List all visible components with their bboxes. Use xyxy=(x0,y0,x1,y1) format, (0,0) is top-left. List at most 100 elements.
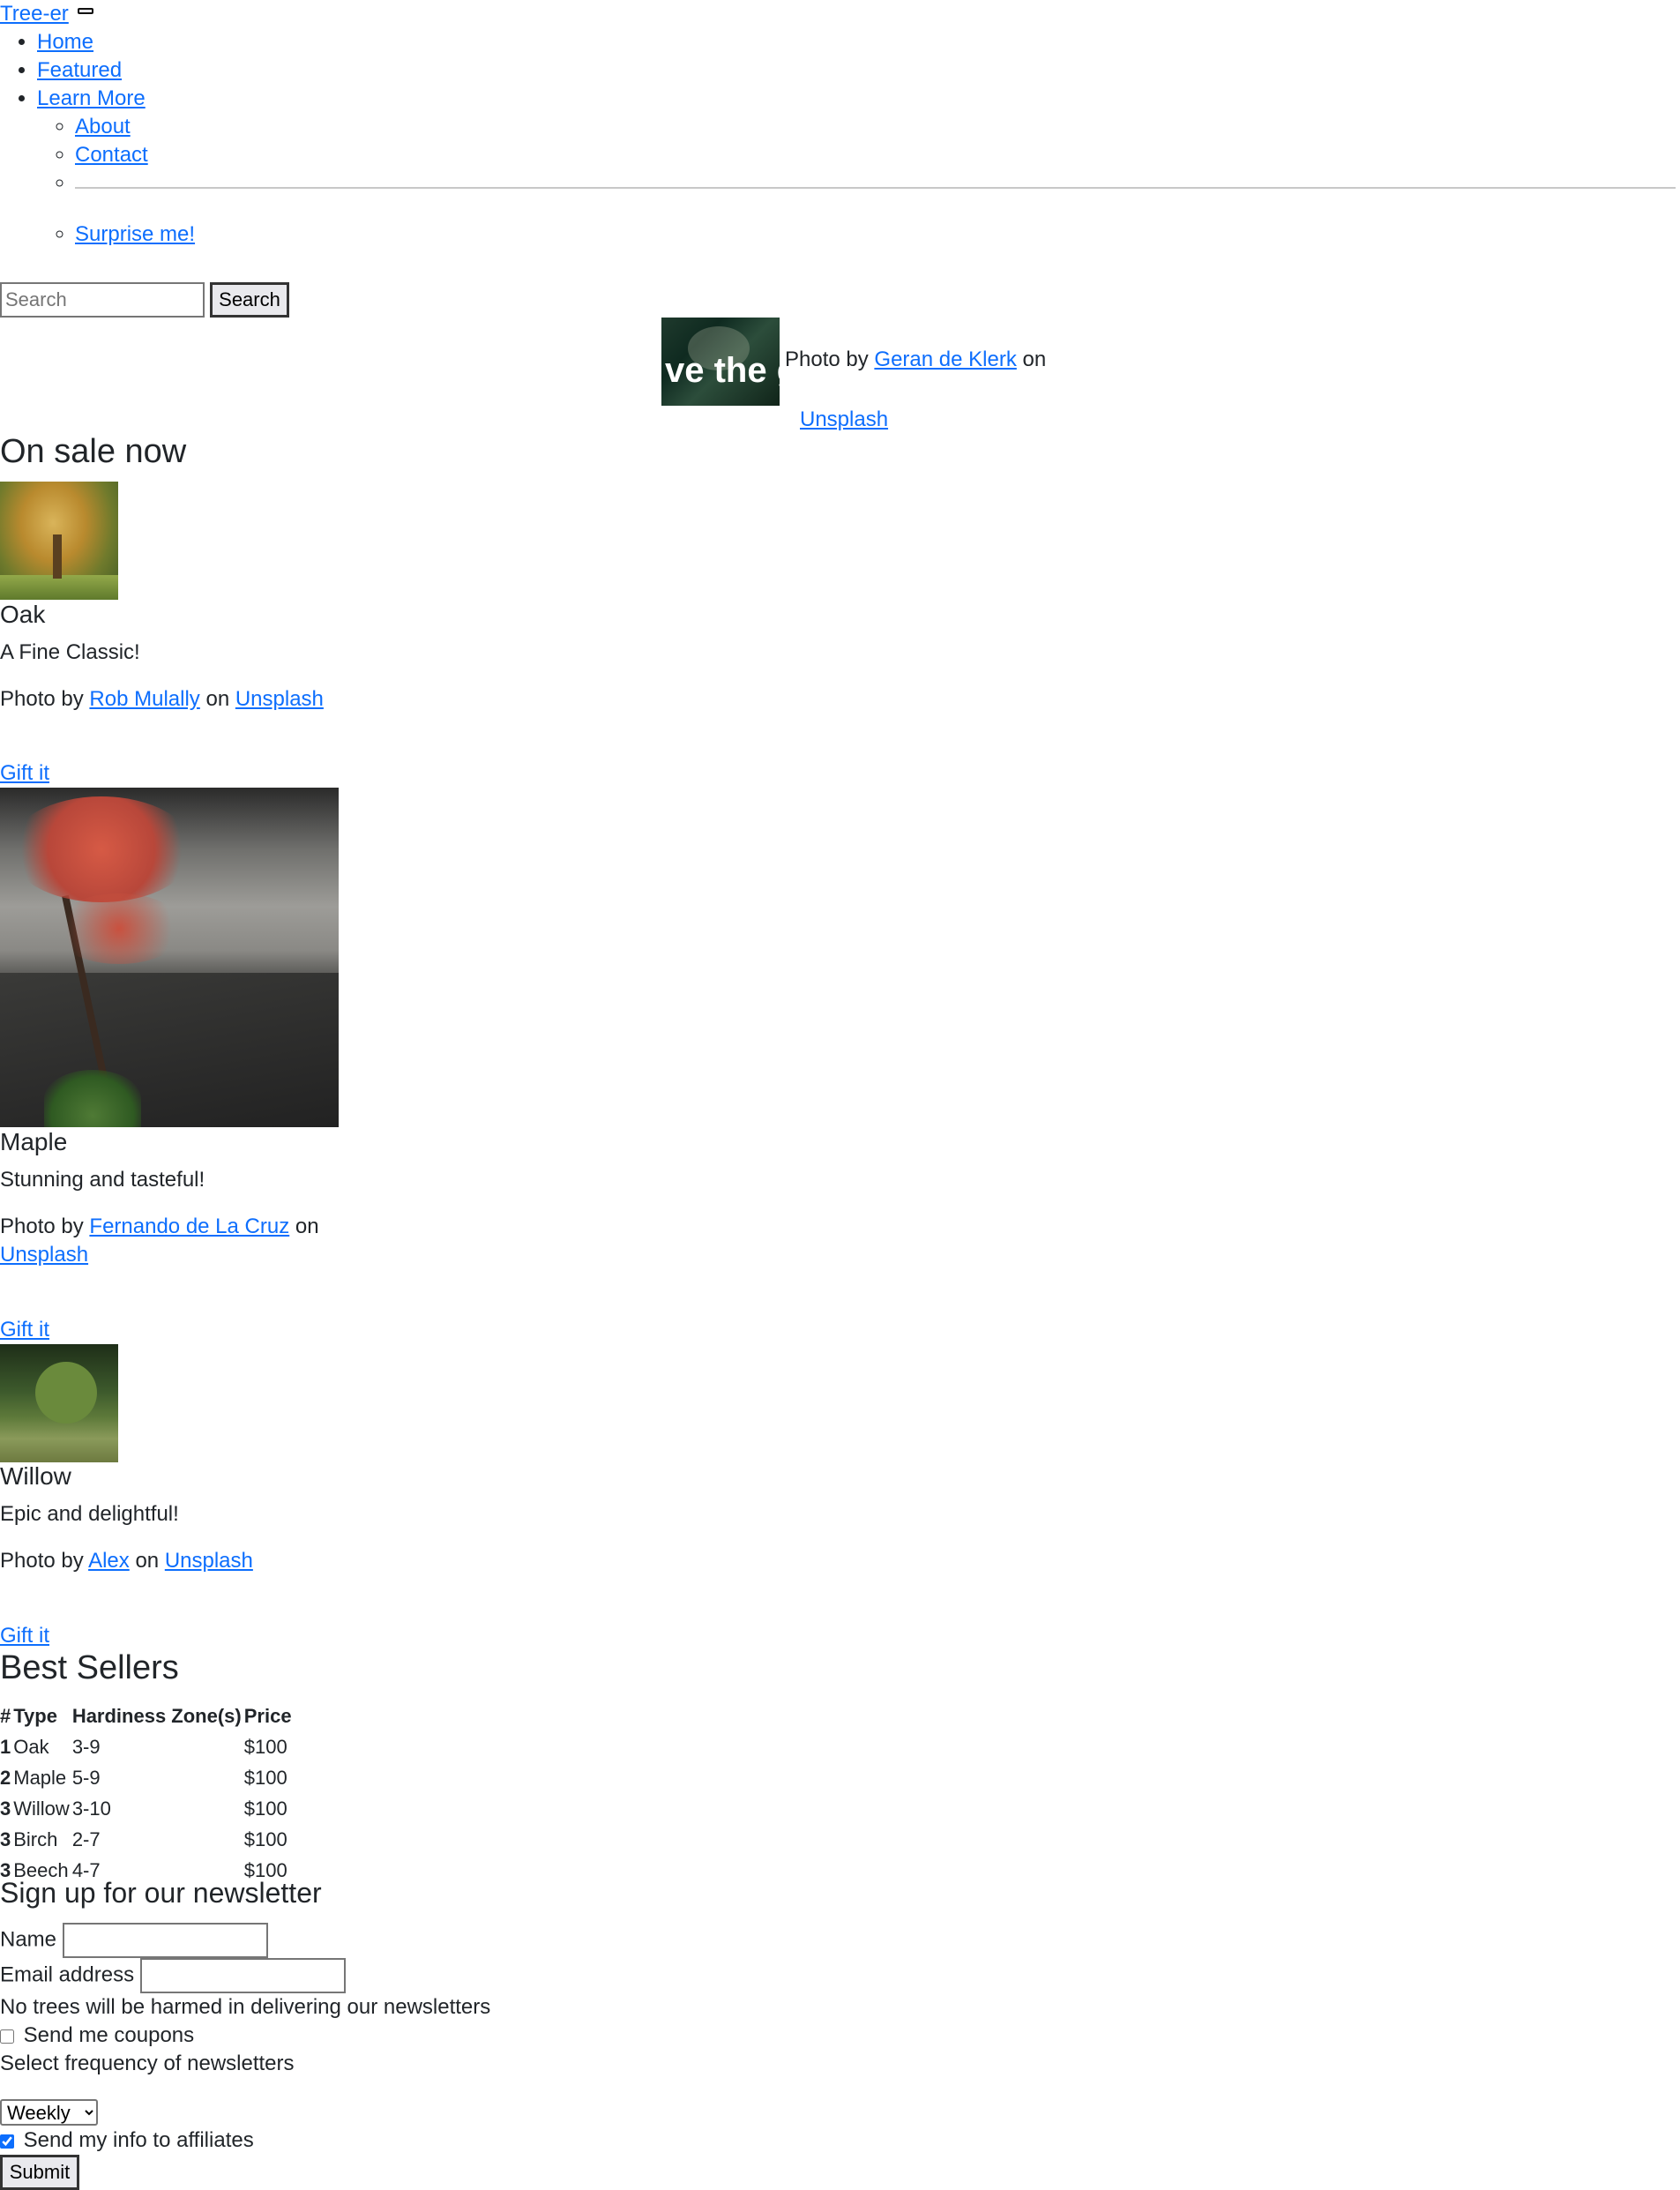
oak-image xyxy=(0,482,118,600)
price-cell: $100 xyxy=(243,1767,287,1789)
dropdown-link-surprise[interactable]: Surprise me! xyxy=(75,222,195,246)
rank-cell: 2 xyxy=(0,1767,11,1789)
card-text-maple: Stunning and tasteful! xyxy=(0,1168,205,1192)
hero-image-text: ve the g xyxy=(665,351,780,390)
zone-cell: 5-9 xyxy=(71,1767,101,1789)
gift-row-oak: Gift it xyxy=(0,759,49,788)
credit-on: on xyxy=(295,1215,319,1238)
type-cell: Oak xyxy=(13,1736,49,1758)
card-credit-willow: Photo by Alex on Unsplash xyxy=(0,1547,253,1575)
best-sellers-table: # Type Hardiness Zone(s) Price 1 Oak 3-9… xyxy=(0,1700,295,1886)
column-header: Type xyxy=(13,1705,57,1727)
dropdown-item-surprise: Surprise me! xyxy=(75,220,1676,249)
oak-image-field xyxy=(0,575,118,600)
nav-link-home[interactable]: Home xyxy=(37,30,93,54)
type-cell: Maple xyxy=(13,1767,67,1789)
source-link-maple[interactable]: Unsplash xyxy=(0,1243,88,1267)
table-row: 1 Oak 3-9 $100 xyxy=(0,1731,295,1762)
photographer-link-willow[interactable]: Alex xyxy=(88,1549,130,1573)
email-label: Email address xyxy=(0,1962,135,1987)
card-credit-maple: Photo by Fernando de La Cruz on xyxy=(0,1213,319,1241)
submit-button[interactable]: Submit xyxy=(0,2155,79,2190)
zone-cell: 2-7 xyxy=(71,1828,101,1850)
maple-image-leaves-lower xyxy=(53,893,185,964)
card-text-willow: Epic and delightful! xyxy=(0,1502,179,1526)
credit-prefix: Photo by xyxy=(0,1215,84,1238)
source-link-willow[interactable]: Unsplash xyxy=(165,1549,253,1573)
coupons-checkbox[interactable] xyxy=(0,2029,14,2044)
nav-list: Home Featured Learn More About Contact S… xyxy=(0,28,1676,246)
frequency-select[interactable]: Weekly xyxy=(0,2099,98,2126)
on-sale-heading: On sale now xyxy=(0,433,187,470)
dropdown-divider-item xyxy=(75,169,1676,220)
column-header: Price xyxy=(243,1705,292,1727)
table-row: 2 Maple 5-9 $100 xyxy=(0,1762,295,1793)
name-label: Name xyxy=(0,1927,57,1952)
credit-prefix: Photo by xyxy=(0,687,84,711)
source-link-oak[interactable]: Unsplash xyxy=(235,687,324,711)
nav-link-learn-more[interactable]: Learn More xyxy=(37,86,146,110)
hero-caption: Photo by Geran de Klerk on xyxy=(785,346,1046,374)
willow-image xyxy=(0,1344,118,1462)
affiliates-label[interactable]: Send my info to affiliates xyxy=(24,2128,254,2152)
table-row: 3 Willow 3-10 $100 xyxy=(0,1793,295,1824)
hero-caption-prefix: Photo by xyxy=(785,348,869,371)
credit-on: on xyxy=(135,1549,160,1573)
price-cell: $100 xyxy=(243,1798,287,1820)
nav-link-featured[interactable]: Featured xyxy=(37,58,122,82)
type-cell: Willow xyxy=(13,1798,70,1820)
card-credit-oak: Photo by Rob Mulally on Unsplash xyxy=(0,685,324,714)
brand-link[interactable]: Tree-er xyxy=(0,2,69,26)
search-button[interactable]: Search xyxy=(210,282,289,318)
affiliates-row: Send my info to affiliates xyxy=(0,2126,254,2155)
best-sellers-heading: Best Sellers xyxy=(0,1649,179,1686)
gift-link-willow[interactable]: Gift it xyxy=(0,1624,49,1648)
card-title-willow: Willow xyxy=(0,1462,71,1490)
learn-more-dropdown: About Contact Surprise me! xyxy=(37,113,1676,249)
card-title-oak: Oak xyxy=(0,601,46,628)
willow-image-tree xyxy=(35,1362,97,1424)
column-header: Hardiness Zone(s) xyxy=(71,1705,242,1727)
brand-row: Tree-er xyxy=(0,0,94,28)
gift-row-maple: Gift it xyxy=(0,1316,49,1344)
search-input[interactable] xyxy=(0,282,205,318)
navbar-toggler-button[interactable] xyxy=(78,8,94,15)
table-row: 3 Birch 2-7 $100 xyxy=(0,1824,295,1855)
gift-link-oak[interactable]: Gift it xyxy=(0,761,49,785)
hero-caption-on: on xyxy=(1022,348,1047,371)
coupons-label[interactable]: Send me coupons xyxy=(24,2023,194,2047)
newsletter-help-text: No trees will be harmed in delivering ou… xyxy=(0,1995,491,2019)
photographer-link-oak[interactable]: Rob Mulally xyxy=(89,687,199,711)
card-title-maple: Maple xyxy=(0,1128,68,1155)
price-cell: $100 xyxy=(243,1736,287,1758)
name-row: Name xyxy=(0,1923,268,1958)
affiliates-checkbox[interactable] xyxy=(0,2134,14,2149)
email-field[interactable] xyxy=(139,1958,346,1993)
table-header-row: # Type Hardiness Zone(s) Price xyxy=(0,1700,295,1731)
dropdown-link-about[interactable]: About xyxy=(75,115,131,138)
hero-photographer-link[interactable]: Geran de Klerk xyxy=(874,348,1016,371)
zone-cell: 3-9 xyxy=(71,1736,101,1758)
credit-on: on xyxy=(205,687,230,711)
maple-image-fern xyxy=(44,1070,141,1127)
name-field[interactable] xyxy=(62,1923,268,1958)
gift-link-maple[interactable]: Gift it xyxy=(0,1318,49,1342)
zone-cell: 3-10 xyxy=(71,1798,111,1820)
dropdown-item-about: About xyxy=(75,113,1676,141)
dropdown-link-contact[interactable]: Contact xyxy=(75,143,148,167)
frequency-label: Select frequency of newsletters xyxy=(0,2052,295,2075)
hero-source-link[interactable]: Unsplash xyxy=(800,407,888,431)
dropdown-divider xyxy=(75,187,1676,189)
photographer-link-maple[interactable]: Fernando de La Cruz xyxy=(89,1215,289,1238)
price-cell: $100 xyxy=(243,1828,287,1850)
type-cell: Birch xyxy=(13,1828,58,1850)
card-text-oak: A Fine Classic! xyxy=(0,640,140,664)
dropdown-item-contact: Contact xyxy=(75,141,1676,169)
newsletter-heading: Sign up for our newsletter xyxy=(0,1877,322,1909)
gift-row-willow: Gift it xyxy=(0,1622,49,1650)
card-credit-source-maple: Unsplash xyxy=(0,1241,88,1269)
column-header: # xyxy=(0,1705,11,1727)
credit-prefix: Photo by xyxy=(0,1549,84,1573)
rank-cell: 3 xyxy=(0,1828,11,1850)
oak-image-trunk xyxy=(53,534,62,579)
